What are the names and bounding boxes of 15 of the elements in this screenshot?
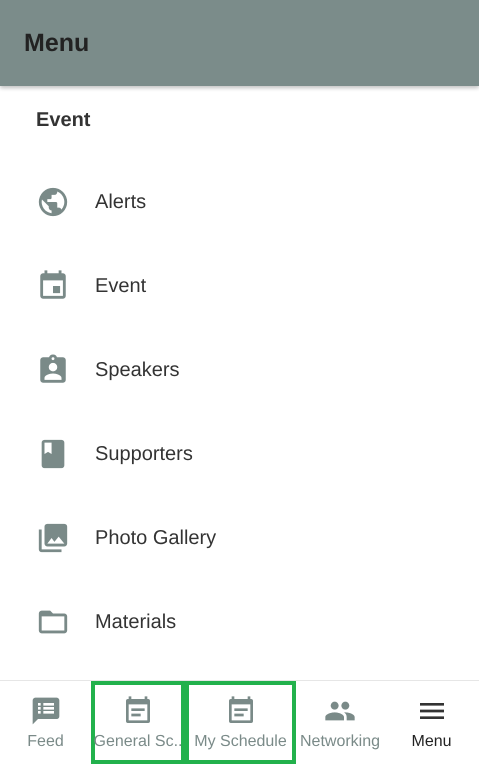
menu-item[interactable]: Photo Gallery: [0, 496, 479, 580]
nav-tab[interactable]: Networking: [296, 681, 384, 764]
nav-tab[interactable]: My Schedule: [185, 681, 296, 764]
menu-item[interactable]: Materials: [0, 580, 479, 664]
chat-list-icon: [30, 694, 62, 726]
menu-item[interactable]: Speakers: [0, 328, 479, 412]
menu-item[interactable]: Event: [0, 244, 479, 328]
menu-item[interactable]: Supporters: [0, 412, 479, 496]
screen-title: Menu: [24, 28, 90, 58]
nav-tab[interactable]: Menu: [384, 681, 479, 764]
photo-library-icon: [36, 521, 70, 555]
menu-item[interactable]: Alerts: [0, 160, 479, 244]
section-heading: Event: [35, 108, 92, 133]
nav-tab[interactable]: Feed: [0, 681, 91, 764]
globe-icon: [36, 185, 70, 219]
